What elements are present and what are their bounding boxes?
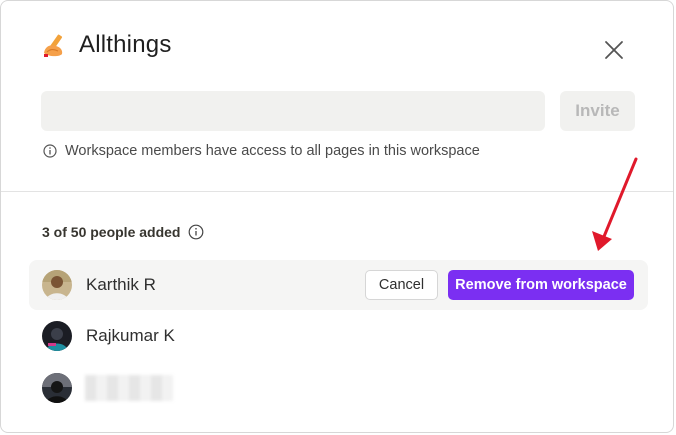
member-name: Rajkumar K bbox=[86, 326, 175, 345]
member-list: Karthik R Cancel Remove from workspace R… bbox=[29, 260, 648, 414]
close-icon[interactable] bbox=[599, 35, 629, 65]
invite-row: Invite bbox=[41, 91, 635, 131]
avatar bbox=[42, 373, 72, 403]
members-count: 3 of 50 people added bbox=[42, 224, 204, 240]
writing-hand-icon bbox=[44, 34, 63, 57]
member-row[interactable]: Karthik R Cancel Remove from workspace bbox=[29, 260, 648, 310]
members-count-text: 3 of 50 people added bbox=[42, 224, 181, 240]
cancel-button[interactable]: Cancel bbox=[365, 270, 438, 300]
workspace-members-dialog: Allthings Invite Workspace members have … bbox=[0, 0, 674, 433]
invite-email-input[interactable] bbox=[41, 91, 545, 131]
workspace-access-note: Workspace members have access to all pag… bbox=[43, 143, 480, 159]
workspace-title: Allthings bbox=[79, 31, 172, 58]
avatar bbox=[42, 321, 72, 351]
note-text: Workspace members have access to all pag… bbox=[65, 143, 480, 159]
info-icon[interactable] bbox=[188, 224, 204, 240]
info-icon bbox=[43, 144, 57, 158]
annotation-arrow bbox=[592, 157, 638, 251]
member-row[interactable]: Rajkumar K bbox=[29, 310, 648, 362]
member-row[interactable] bbox=[29, 362, 648, 414]
remove-from-workspace-button[interactable]: Remove from workspace bbox=[448, 270, 634, 300]
blurred-member-name bbox=[85, 375, 173, 401]
avatar bbox=[42, 270, 72, 300]
dialog-header: Allthings bbox=[41, 31, 172, 59]
divider bbox=[1, 191, 673, 192]
invite-button[interactable]: Invite bbox=[560, 91, 635, 131]
member-name: Karthik R bbox=[86, 275, 156, 294]
